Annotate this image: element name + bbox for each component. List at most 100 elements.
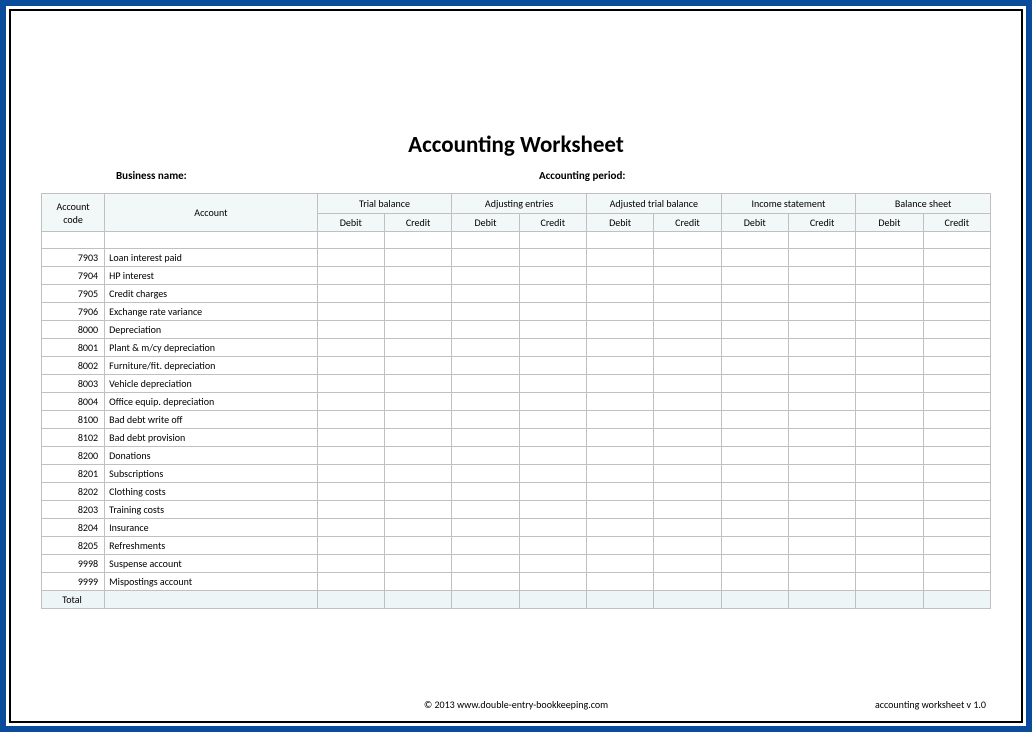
table-row: 7905Credit charges (42, 285, 991, 303)
col-group-adjusting-entries: Adjusting entries (452, 194, 587, 214)
cell-account-code: 8204 (42, 519, 105, 537)
cell-account: Insurance (105, 519, 318, 537)
version-text: accounting worksheet v 1.0 (875, 698, 986, 711)
cell-value (384, 447, 451, 465)
cell-value (519, 303, 586, 321)
cell-value (788, 465, 855, 483)
cell-value (586, 465, 653, 483)
cell-value (586, 267, 653, 285)
cell-value (654, 483, 721, 501)
table-row: 8002Furniture/fit. depreciation (42, 357, 991, 375)
cell-value (788, 375, 855, 393)
cell-value (654, 357, 721, 375)
table-row: 8004Office equip. depreciation (42, 393, 991, 411)
cell-value (452, 339, 519, 357)
table-row: 8202Clothing costs (42, 483, 991, 501)
cell-value (586, 555, 653, 573)
cell-value (654, 393, 721, 411)
cell-value (452, 555, 519, 573)
cell-account: Refreshments (105, 537, 318, 555)
cell-value (452, 285, 519, 303)
cell-account-code: 9999 (42, 573, 105, 591)
cell-value (721, 411, 788, 429)
cell-value (519, 411, 586, 429)
table-row: 7904HP interest (42, 267, 991, 285)
cell-value (452, 429, 519, 447)
cell-value (856, 411, 923, 429)
cell-value (519, 519, 586, 537)
cell-value (317, 339, 384, 357)
cell-value (721, 465, 788, 483)
cell-value (788, 393, 855, 411)
cell-value (586, 573, 653, 591)
cell-value (654, 339, 721, 357)
col-debit: Debit (317, 214, 384, 232)
cell-value (856, 303, 923, 321)
header-labels: Business name: Accounting period: (41, 169, 991, 189)
cell-value (856, 375, 923, 393)
col-debit: Debit (452, 214, 519, 232)
cell-value (384, 573, 451, 591)
cell-value (923, 483, 990, 501)
cell-value (654, 537, 721, 555)
table-body: 7903Loan interest paid7904HP interest790… (42, 232, 991, 591)
cell-value (788, 339, 855, 357)
cell-value (586, 285, 653, 303)
cell-value (384, 393, 451, 411)
cell-value (519, 249, 586, 267)
cell-value (923, 303, 990, 321)
cell-value (317, 483, 384, 501)
cell-value (788, 321, 855, 339)
cell-value (317, 411, 384, 429)
cell-value (923, 375, 990, 393)
col-credit: Credit (519, 214, 586, 232)
cell-value (788, 429, 855, 447)
cell-value (384, 519, 451, 537)
cell-value (317, 249, 384, 267)
cell-value (923, 393, 990, 411)
cell-value (519, 267, 586, 285)
cell-value (519, 339, 586, 357)
cell-value (519, 375, 586, 393)
cell-value (721, 501, 788, 519)
col-group-income-statement: Income statement (721, 194, 856, 214)
cell-value (384, 267, 451, 285)
cell-value (317, 375, 384, 393)
cell-value (788, 447, 855, 465)
cell-value (452, 267, 519, 285)
table-row: 8001Plant & m/cy depreciation (42, 339, 991, 357)
business-name-label: Business name: (116, 169, 187, 182)
cell-value (856, 285, 923, 303)
cell-value (452, 375, 519, 393)
cell-value (317, 537, 384, 555)
cell-value (788, 483, 855, 501)
cell-account-code: 7904 (42, 267, 105, 285)
cell-value (586, 375, 653, 393)
cell-value (452, 501, 519, 519)
cell-value (654, 573, 721, 591)
cell-value (519, 537, 586, 555)
cell-value (519, 573, 586, 591)
col-credit: Credit (923, 214, 990, 232)
cell-value (923, 519, 990, 537)
cell-value (317, 393, 384, 411)
cell-value (788, 537, 855, 555)
cell-value (923, 465, 990, 483)
cell-value (519, 555, 586, 573)
cell-value (721, 285, 788, 303)
cell-account-code: 8201 (42, 465, 105, 483)
cell-value (452, 249, 519, 267)
cell-value (519, 393, 586, 411)
cell-value (721, 267, 788, 285)
cell-account-code: 8203 (42, 501, 105, 519)
cell-value (654, 249, 721, 267)
cell-value (384, 249, 451, 267)
cell-value (923, 321, 990, 339)
cell-value (586, 249, 653, 267)
cell-value (452, 303, 519, 321)
cell-account: Training costs (105, 501, 318, 519)
table-row: 8205Refreshments (42, 537, 991, 555)
cell-value (654, 303, 721, 321)
cell-account: Bad debt write off (105, 411, 318, 429)
col-account-code: Account code (42, 194, 105, 232)
